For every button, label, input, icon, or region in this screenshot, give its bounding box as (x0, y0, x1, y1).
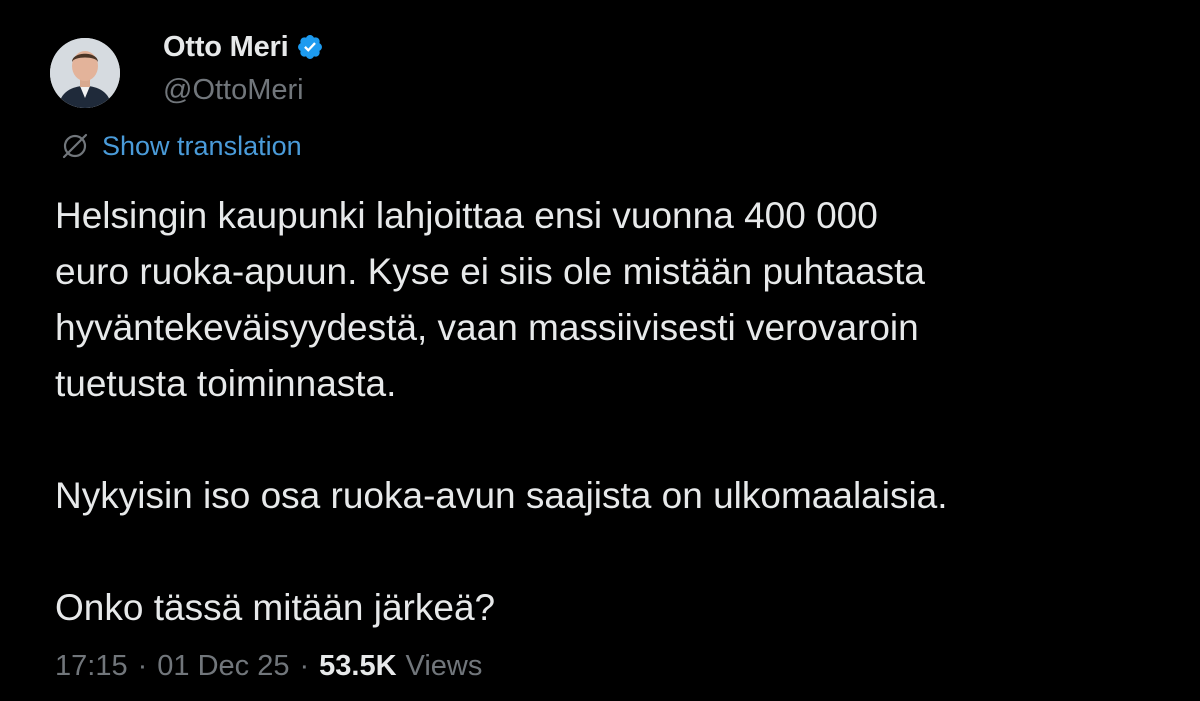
tweet-time[interactable]: 17:15 (55, 650, 128, 683)
author-name-row: Otto Meri (163, 27, 324, 67)
views-label: Views (405, 649, 483, 682)
tweet-card: Otto Meri @OttoMeri Show translation Hel… (0, 0, 1200, 701)
display-name[interactable]: Otto Meri (163, 31, 289, 64)
profile-photo-icon (50, 38, 120, 108)
tweet-text: Helsingin kaupunki lahjoittaa ensi vuonn… (55, 188, 1165, 636)
meta-separator: · (137, 649, 148, 682)
author-handle[interactable]: @OttoMeri (163, 74, 304, 107)
views-count[interactable]: 53.5K (319, 650, 396, 683)
tweet-paragraph: Nykyisin iso osa ruoka-avun saajista on … (55, 475, 948, 516)
show-translation-button[interactable]: Show translation (60, 128, 302, 164)
tweet-paragraph: Helsingin kaupunki lahjoittaa ensi vuonn… (55, 195, 926, 404)
globe-icon (60, 131, 90, 161)
avatar[interactable] (50, 38, 120, 108)
tweet-paragraph: Onko tässä mitään järkeä? (55, 587, 496, 628)
tweet-date[interactable]: 01 Dec 25 (157, 650, 289, 683)
meta-separator: · (299, 649, 310, 682)
verified-badge-icon[interactable] (296, 33, 324, 61)
tweet-meta: 17:15 · 01 Dec 25 · 53.5K Views (55, 646, 482, 686)
show-translation-label: Show translation (102, 130, 302, 161)
